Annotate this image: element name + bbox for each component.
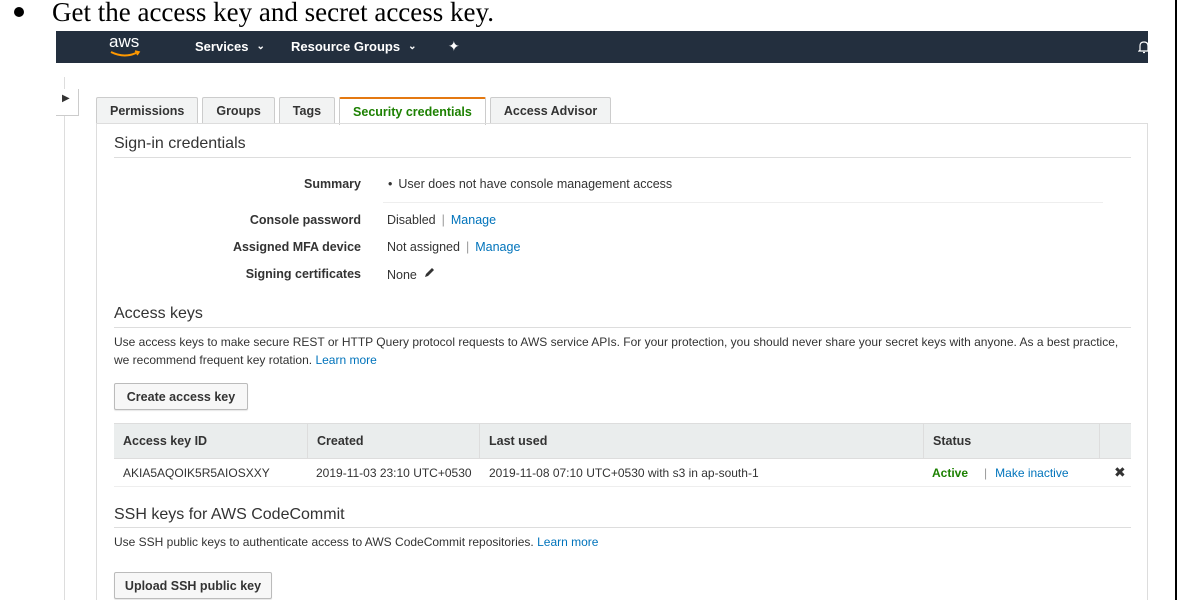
bell-icon[interactable]: [1137, 40, 1148, 59]
top-navigation-bar: aws Services ⌄ Resource Groups ⌄ ✦: [56, 31, 1148, 63]
ssh-learn-more-link[interactable]: Learn more: [537, 535, 598, 549]
aws-logo[interactable]: aws: [109, 33, 145, 61]
access-keys-description: Use access keys to make secure REST or H…: [114, 335, 1119, 367]
upload-ssh-key-button[interactable]: Upload SSH public key: [114, 572, 272, 599]
aws-console-screenshot: aws Services ⌄ Resource Groups ⌄ ✦ ▶ Permi…: [56, 31, 1148, 600]
console-password-label: Console password: [249, 213, 361, 227]
aws-smile-icon: [110, 50, 141, 57]
summary-value: • User does not have console management …: [388, 177, 673, 191]
column-header: Access key ID: [123, 434, 208, 448]
make-inactive-link[interactable]: Make inactive: [995, 466, 1068, 480]
status-badge: Active: [932, 465, 969, 480]
delete-key-icon[interactable]: ✖: [1105, 459, 1126, 486]
tab-tags[interactable]: Tags: [278, 97, 336, 123]
console-password-value: Disabled | Manage: [387, 213, 497, 227]
sidebar-divider: [64, 77, 65, 600]
manage-mfa-link[interactable]: Manage: [475, 240, 520, 254]
caret-right-icon: ▶: [62, 93, 70, 104]
ssh-description: Use SSH public keys to authenticate acce…: [114, 535, 599, 549]
create-access-key-button[interactable]: Create access key: [114, 383, 248, 410]
column-header: [1099, 424, 1131, 458]
status-cell: Active | Make inactive: [932, 465, 1069, 480]
bullet-icon: •: [388, 177, 393, 191]
resource-groups-menu[interactable]: Resource Groups ⌄: [291, 39, 416, 54]
column-header: Last used: [479, 424, 923, 458]
document-instruction: Get the access key and secret access key…: [0, 0, 494, 30]
chevron-down-icon: ⌄: [408, 41, 417, 52]
divider: [114, 157, 1131, 158]
page-border: [1175, 0, 1177, 600]
divider: [114, 527, 1131, 528]
tab-access-advisor[interactable]: Access Advisor: [489, 97, 612, 123]
tab-groups[interactable]: Groups: [202, 97, 275, 123]
tab-bar: Permissions Groups Tags Security credent…: [96, 97, 615, 125]
learn-more-link[interactable]: Learn more: [315, 353, 376, 367]
signing-certificates-label: Signing certificates: [245, 267, 361, 281]
tab-permissions[interactable]: Permissions: [96, 97, 199, 123]
column-header: Status: [923, 424, 1099, 458]
table-row: AKIA5AQOIK5R5AIOSXXY 2019-11-03 23:10 UT…: [114, 459, 1131, 487]
section-title-access-keys: Access keys: [114, 305, 203, 322]
manage-password-link[interactable]: Manage: [451, 213, 496, 227]
pin-icon[interactable]: ✦: [448, 38, 460, 55]
summary-label: Summary: [304, 177, 361, 191]
sidebar-expander[interactable]: ▶: [56, 89, 79, 116]
bullet-point: [14, 7, 24, 17]
access-keys-table: Access key ID Created Last used Status A…: [114, 423, 1131, 487]
divider: [114, 327, 1131, 328]
instruction-text: Get the access key and secret access key…: [52, 0, 495, 27]
mfa-value: Not assigned | Manage: [387, 240, 521, 254]
last-used: 2019-11-08 07:10 UTC+0530 with s3 in ap-…: [489, 465, 759, 480]
section-title-ssh-keys: SSH keys for AWS CodeCommit: [114, 506, 345, 523]
mfa-label: Assigned MFA device: [232, 240, 361, 254]
services-menu[interactable]: Services ⌄: [195, 39, 265, 54]
chevron-down-icon: ⌄: [256, 41, 265, 52]
created-date: 2019-11-03 23:10 UTC+0530: [316, 465, 472, 480]
section-title-signin: Sign-in credentials: [114, 135, 246, 152]
table-header: Access key ID Created Last used Status: [114, 423, 1131, 459]
column-header: Created: [307, 424, 479, 458]
divider: [383, 202, 1103, 203]
tab-security-credentials[interactable]: Security credentials: [339, 97, 486, 125]
pencil-icon[interactable]: [423, 267, 435, 282]
access-key-id: AKIA5AQOIK5R5AIOSXXY: [123, 465, 270, 480]
signing-certificates-value: None: [387, 267, 435, 282]
